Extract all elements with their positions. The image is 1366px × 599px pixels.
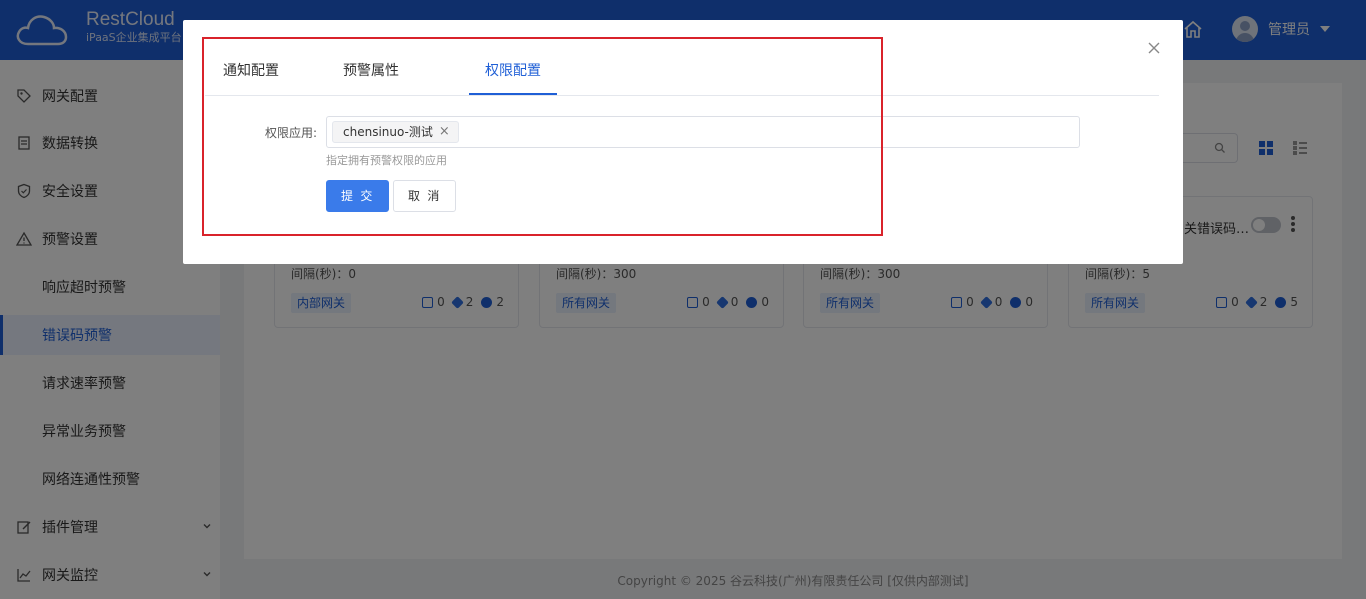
alert-config-dialog: 通知配置 预警属性 权限配置 权限应用: chensinuo-测试 × 指定拥有… [183,20,1183,264]
highlight-box [202,37,883,236]
close-icon[interactable] [1146,40,1162,56]
